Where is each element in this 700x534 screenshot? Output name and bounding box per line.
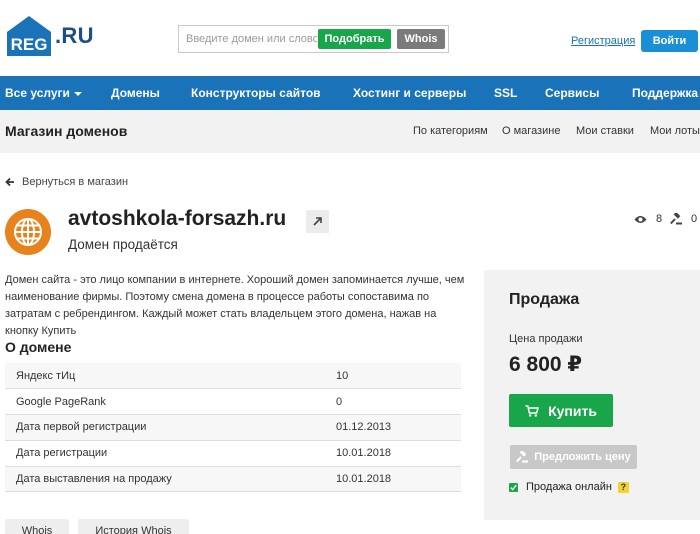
online-sale-label: Продажа онлайн (526, 481, 612, 493)
external-link-icon (313, 217, 322, 226)
bids-count: 0 (691, 213, 698, 225)
nav-item-ssl[interactable]: SSL (494, 76, 517, 110)
shop-subnav: Магазин доменов По категориям О магазине… (0, 110, 700, 153)
table-row: Яндекс тИц 10 (5, 363, 461, 389)
logo[interactable]: REG .RU (5, 14, 94, 58)
price-value: 6 800 ₽ (509, 353, 582, 376)
svg-text:REG: REG (11, 35, 48, 54)
offer-price-button[interactable]: Предложить цену (510, 445, 637, 469)
table-row: Google PageRank 0 (5, 388, 461, 415)
row-key: Яндекс тИц (16, 369, 76, 382)
domain-description: Домен сайта - это лицо компании в интерн… (5, 274, 465, 337)
buy-button-label: Купить (548, 402, 597, 419)
sale-title: Продажа (509, 291, 580, 308)
cart-icon (525, 404, 540, 417)
table-row: Дата выставления на продажу 10.01.2018 (5, 466, 461, 492)
gavel-icon (670, 213, 682, 225)
whois-bottom-button[interactable]: Whois (5, 519, 69, 534)
domain-search-box: Подобрать Whois (178, 25, 449, 53)
row-key: Google PageRank (16, 395, 106, 408)
subnav-item-my-bids[interactable]: Мои ставки (576, 125, 634, 137)
row-key: Дата выставления на продажу (16, 473, 172, 486)
header: REG .RU Подобрать Whois Регистрация Войт… (0, 0, 700, 76)
back-to-shop-link[interactable]: Вернуться в магазин (5, 176, 128, 188)
row-key: Дата первой регистрации (16, 421, 147, 434)
nav-item-all-services[interactable]: Все услуги (5, 76, 82, 110)
check-icon (510, 484, 517, 491)
subnav-item-my-lots[interactable]: Мои лоты (650, 125, 700, 137)
nav-item-label: Все услуги (5, 86, 70, 100)
globe-icon (5, 209, 51, 255)
about-domain-table: Яндекс тИц 10 Google PageRank 0 Дата пер… (5, 363, 461, 492)
domain-status: Домен продаётся (68, 237, 178, 252)
online-sale-checkbox[interactable] (509, 482, 518, 492)
pick-domain-button[interactable]: Подобрать (318, 29, 391, 49)
open-domain-button[interactable] (306, 210, 329, 233)
logo-house-icon: REG (5, 14, 53, 58)
sale-panel: Продажа Цена продажи 6 800 ₽ Купить Пред… (484, 270, 700, 520)
about-domain-heading: О домене (5, 339, 72, 355)
nav-item-domains[interactable]: Домены (111, 76, 160, 110)
buy-button[interactable]: Купить (509, 394, 613, 427)
price-label: Цена продажи (509, 333, 583, 345)
table-row: Дата регистрации 10.01.2018 (5, 440, 461, 467)
domain-search-input[interactable] (181, 28, 317, 50)
main-nav: Все услуги Домены Конструкторы сайтов Хо… (0, 76, 700, 110)
chevron-down-icon (73, 91, 82, 96)
gavel-icon (516, 451, 529, 463)
row-value: 10.01.2018 (336, 473, 392, 486)
offer-button-label: Предложить цену (534, 451, 631, 463)
shop-title[interactable]: Магазин доменов (5, 123, 127, 139)
eye-icon (634, 215, 647, 223)
bids-stat: 0 (670, 213, 697, 225)
logo-text: .RU (55, 23, 94, 48)
login-button[interactable]: Войти (641, 30, 698, 52)
nav-item-services[interactable]: Сервисы (545, 76, 599, 110)
subnav-item-about-shop[interactable]: О магазине (502, 125, 560, 137)
register-link[interactable]: Регистрация (571, 35, 635, 47)
domain-name-title: avtoshkola-forsazh.ru (68, 207, 287, 230)
help-icon[interactable]: ? (617, 481, 629, 493)
whois-history-button[interactable]: История Whois (78, 519, 189, 534)
online-sale-option: Продажа онлайн ? (509, 481, 629, 493)
nav-item-site-builders[interactable]: Конструкторы сайтов (191, 76, 321, 110)
views-stat: 8 (634, 213, 662, 225)
views-count: 8 (656, 213, 663, 225)
arrow-left-icon (5, 177, 14, 187)
row-value: 10 (336, 369, 349, 382)
row-value: 10.01.2018 (336, 447, 392, 460)
nav-item-hosting[interactable]: Хостинг и серверы (353, 76, 466, 110)
back-link-label: Вернуться в магазин (22, 176, 129, 188)
table-row: Дата первой регистрации 01.12.2013 (5, 414, 461, 441)
whois-button[interactable]: Whois (397, 29, 445, 49)
row-value: 01.12.2013 (336, 421, 392, 434)
nav-item-support[interactable]: Поддержка (632, 76, 698, 110)
row-key: Дата регистрации (16, 447, 108, 460)
subnav-item-categories[interactable]: По категориям (413, 125, 488, 137)
row-value: 0 (336, 395, 343, 408)
